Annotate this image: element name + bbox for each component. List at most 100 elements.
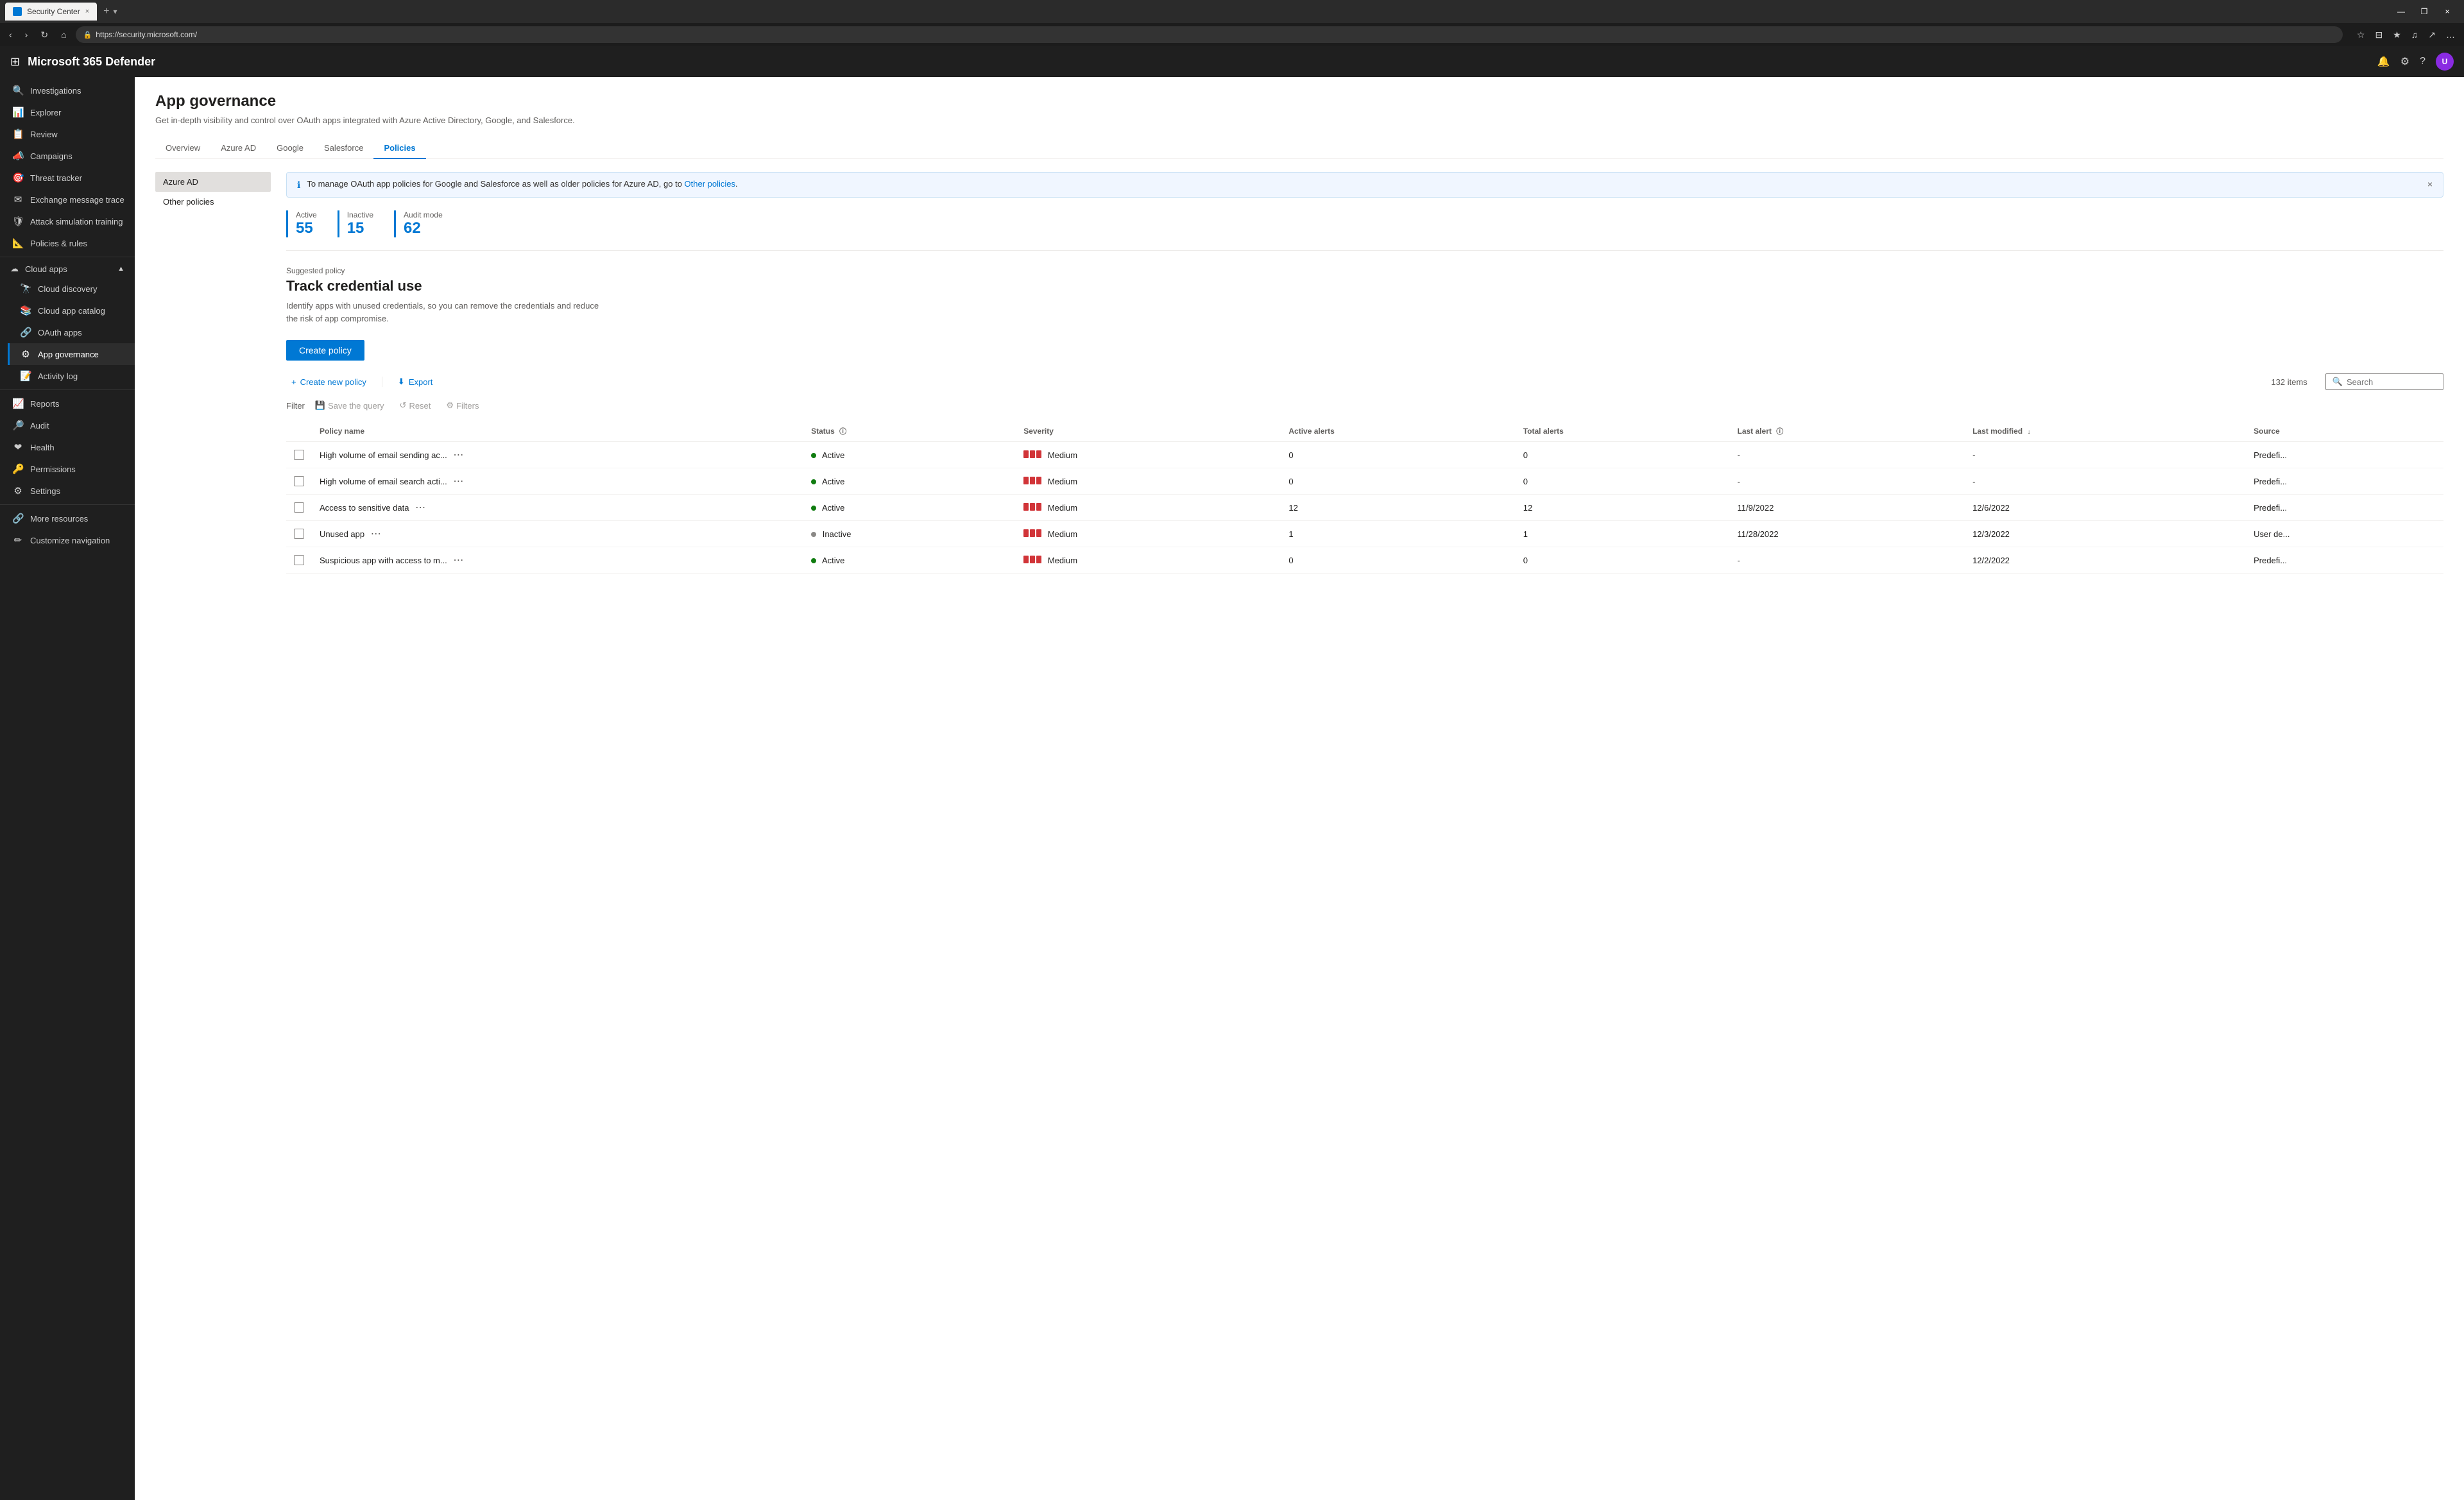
- policy-nav-other-policies[interactable]: Other policies: [155, 192, 271, 212]
- sidebar-item-activity-log[interactable]: 📝 Activity log: [8, 365, 135, 387]
- policy-table: Policy name Status ⓘ Severity: [286, 421, 2443, 574]
- sidebar-item-reports[interactable]: 📈 Reports: [0, 393, 135, 414]
- policy-nav-azure-ad[interactable]: Azure AD: [155, 172, 271, 192]
- row-more-btn-3[interactable]: ⋯: [367, 527, 385, 541]
- page-tabs: Overview Azure AD Google Salesforce Poli…: [155, 138, 2443, 159]
- row-checkbox-2[interactable]: [294, 502, 304, 513]
- sidebar-group-cloud-apps[interactable]: ☁ Cloud apps ▲: [0, 260, 135, 278]
- suggested-policy-title: Track credential use: [286, 278, 2443, 294]
- sidebar-item-campaigns[interactable]: 📣 Campaigns: [0, 145, 135, 167]
- bookmark-icon[interactable]: ☆: [2353, 27, 2369, 43]
- col-last-alert[interactable]: Last alert ⓘ: [1730, 421, 1965, 442]
- favorites-icon[interactable]: ★: [2389, 27, 2405, 43]
- row-checkbox-3[interactable]: [294, 529, 304, 539]
- table-row: High volume of email search acti... ⋯ Ac…: [286, 468, 2443, 495]
- close-btn[interactable]: ×: [2436, 3, 2459, 21]
- row-more-btn-2[interactable]: ⋯: [411, 501, 429, 515]
- filters-btn[interactable]: ⚙ Filters: [441, 398, 484, 413]
- search-box[interactable]: 🔍: [2325, 373, 2443, 390]
- search-icon: 🔍: [2332, 377, 2343, 387]
- stat-inactive-label: Inactive: [347, 210, 373, 219]
- sidebar-item-threat-tracker[interactable]: 🎯 Threat tracker: [0, 167, 135, 189]
- user-avatar[interactable]: U: [2436, 53, 2454, 71]
- sidebar-item-app-governance[interactable]: ⚙ App governance: [8, 343, 135, 365]
- col-status[interactable]: Status ⓘ: [803, 421, 1016, 442]
- create-new-policy-btn[interactable]: + Create new policy: [286, 375, 372, 389]
- sidebar-item-cloud-discovery[interactable]: 🔭 Cloud discovery: [8, 278, 135, 300]
- col-policy-name[interactable]: Policy name: [312, 421, 803, 442]
- sidebar-item-more-resources[interactable]: 🔗 More resources: [0, 507, 135, 529]
- col-source[interactable]: Source: [2246, 421, 2443, 442]
- reports-icon: 📈: [12, 398, 24, 409]
- export-btn[interactable]: ⬇ Export: [393, 374, 438, 389]
- sidebar-item-audit[interactable]: 🔎 Audit: [0, 414, 135, 436]
- forward-btn[interactable]: ›: [21, 27, 32, 42]
- help-icon[interactable]: ?: [2420, 56, 2426, 67]
- col-last-modified[interactable]: Last modified ↓: [1965, 421, 2246, 442]
- sidebar-label-review: Review: [30, 130, 58, 139]
- sidebar-item-permissions[interactable]: 🔑 Permissions: [0, 458, 135, 480]
- sidebar-item-explorer[interactable]: 📊 Explorer: [0, 101, 135, 123]
- policy-toolbar: + Create new policy ⬇ Export 132 items 🔍: [286, 373, 2443, 390]
- url-text: https://security.microsoft.com/: [96, 30, 197, 39]
- row-active-alerts-3: 1: [1281, 521, 1515, 547]
- tab-dropdown-btn[interactable]: ▾: [113, 7, 117, 16]
- sidebar-item-investigations[interactable]: 🔍 Investigations: [0, 80, 135, 101]
- sidebar-item-exchange[interactable]: ✉ Exchange message trace: [0, 189, 135, 210]
- window-controls: — ❐ ×: [2390, 3, 2459, 21]
- row-checkbox-1[interactable]: [294, 476, 304, 486]
- sidebar-item-customize-nav[interactable]: ✏ Customize navigation: [0, 529, 135, 551]
- split-view-icon[interactable]: ⊟: [2371, 27, 2386, 43]
- sidebar-item-oauth-apps[interactable]: 🔗 OAuth apps: [8, 321, 135, 343]
- settings-gear-icon[interactable]: ⚙: [2400, 55, 2409, 68]
- stat-active-label: Active: [296, 210, 317, 219]
- tab-google[interactable]: Google: [266, 138, 314, 159]
- col-total-alerts[interactable]: Total alerts: [1516, 421, 1730, 442]
- share-icon[interactable]: ↗: [2424, 27, 2440, 43]
- reset-btn[interactable]: ↺ Reset: [395, 398, 436, 413]
- row-more-btn-1[interactable]: ⋯: [449, 475, 467, 488]
- tab-azure-ad[interactable]: Azure AD: [210, 138, 266, 159]
- settings-icon[interactable]: …: [2442, 27, 2459, 43]
- row-more-btn-0[interactable]: ⋯: [449, 448, 467, 462]
- home-btn[interactable]: ⌂: [57, 27, 70, 42]
- info-banner-close[interactable]: ×: [2427, 179, 2433, 189]
- new-tab-btn[interactable]: +: [103, 6, 109, 17]
- suggested-policy-label: Suggested policy: [286, 266, 2443, 275]
- campaigns-icon: 📣: [12, 150, 24, 162]
- sidebar-item-attack-sim[interactable]: 🛡 Attack simulation training: [0, 210, 135, 232]
- row-checkbox-4[interactable]: [294, 555, 304, 565]
- app-grid-icon[interactable]: ⊞: [10, 55, 20, 69]
- sidebar-item-policies[interactable]: 📐 Policies & rules: [0, 232, 135, 254]
- minimize-btn[interactable]: —: [2390, 3, 2413, 21]
- tab-close-btn[interactable]: ×: [85, 8, 89, 15]
- tab-salesforce[interactable]: Salesforce: [314, 138, 373, 159]
- create-new-policy-label: Create new policy: [300, 377, 366, 387]
- save-query-btn[interactable]: 💾 Save the query: [310, 398, 389, 413]
- tab-overview[interactable]: Overview: [155, 138, 210, 159]
- read-aloud-icon[interactable]: ♫: [2408, 27, 2422, 43]
- reload-btn[interactable]: ↻: [37, 27, 52, 43]
- browser-tab[interactable]: Security Center ×: [5, 3, 97, 21]
- table-row: Suspicious app with access to m... ⋯ Act…: [286, 547, 2443, 574]
- tab-policies[interactable]: Policies: [373, 138, 425, 159]
- create-policy-btn[interactable]: Create policy: [286, 340, 364, 361]
- stat-active-value: 55: [296, 219, 317, 237]
- row-checkbox-0[interactable]: [294, 450, 304, 460]
- sidebar-item-review[interactable]: 📋 Review: [0, 123, 135, 145]
- search-input[interactable]: [2347, 377, 2436, 387]
- row-last-modified-0: -: [1965, 442, 2246, 468]
- row-more-btn-4[interactable]: ⋯: [449, 554, 467, 567]
- back-btn[interactable]: ‹: [5, 27, 16, 42]
- notification-icon[interactable]: 🔔: [2377, 55, 2390, 68]
- sidebar-item-health[interactable]: ❤ Health: [0, 436, 135, 458]
- policy-main: ℹ To manage OAuth app policies for Googl…: [286, 172, 2443, 574]
- restore-btn[interactable]: ❐: [2413, 3, 2436, 21]
- col-active-alerts[interactable]: Active alerts: [1281, 421, 1515, 442]
- sidebar-item-cloud-catalog[interactable]: 📚 Cloud app catalog: [8, 300, 135, 321]
- other-policies-link[interactable]: Other policies: [685, 179, 735, 189]
- sidebar-item-settings[interactable]: ⚙ Settings: [0, 480, 135, 502]
- url-bar[interactable]: 🔒 https://security.microsoft.com/: [76, 26, 2343, 43]
- col-severity[interactable]: Severity: [1016, 421, 1281, 442]
- export-icon: ⬇: [398, 377, 405, 387]
